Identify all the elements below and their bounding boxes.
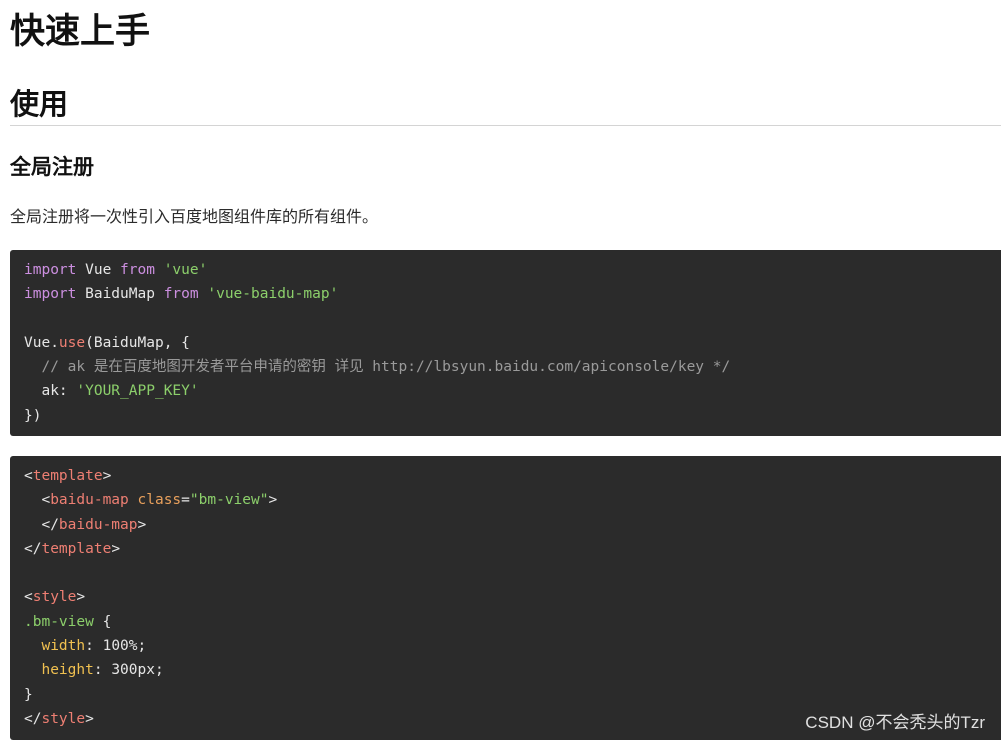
- code-text: }): [24, 407, 42, 424]
- code-line: .bm-view {: [24, 610, 987, 634]
- code-keyword: import: [24, 262, 77, 278]
- code-selector: .bm-view: [24, 613, 94, 630]
- code-string: 'YOUR_APP_KEY': [76, 383, 199, 400]
- code-tag: style: [41, 710, 86, 727]
- section-divider: [10, 125, 1001, 126]
- code-tag: baidu-map: [50, 492, 129, 509]
- code-line: <baidu-map class="bm-view">: [24, 488, 987, 512]
- code-punct: </: [24, 516, 59, 533]
- code-punct: >: [111, 540, 121, 557]
- code-punct: >: [85, 710, 94, 727]
- code-line: import BaiduMap from 'vue-baidu-map': [24, 282, 987, 306]
- code-text: }: [24, 686, 33, 703]
- code-keyword: from: [120, 262, 155, 278]
- section-heading: 使用: [10, 87, 69, 121]
- description-paragraph: 全局注册将一次性引入百度地图组件库的所有组件。: [10, 207, 379, 226]
- code-punct: </: [24, 540, 42, 557]
- code-punct: >: [76, 589, 86, 606]
- code-keyword: import: [24, 286, 77, 303]
- code-text: Vue.: [24, 334, 59, 351]
- code-string: 'vue-baidu-map': [207, 286, 339, 303]
- code-punct: =: [181, 492, 190, 509]
- code-line: width: 100%;: [24, 634, 987, 658]
- code-punct: >: [137, 516, 147, 533]
- code-text: : 300px;: [93, 662, 164, 679]
- page-title: 快速上手: [10, 12, 151, 52]
- code-tag: baidu-map: [58, 516, 138, 533]
- code-text: BaiduMap: [76, 286, 164, 303]
- code-string: 'vue': [163, 262, 208, 278]
- code-block-js[interactable]: import Vue from 'vue' import BaiduMap fr…: [10, 250, 1001, 436]
- code-comment: // ak 是在百度地图开发者平台申请的密钥 详见 http://lbsyun.…: [24, 359, 731, 376]
- code-line: <style>: [24, 585, 987, 609]
- code-tag: template: [41, 540, 112, 557]
- code-text: (BaiduMap, {: [85, 334, 190, 351]
- code-punct: <: [24, 468, 33, 484]
- code-text: : 100%;: [85, 638, 147, 655]
- code-punct: </: [24, 710, 42, 727]
- code-text: ak:: [24, 383, 77, 400]
- code-attribute: class: [137, 492, 182, 509]
- code-line: height: 300px;: [24, 658, 987, 682]
- code-line: <template>: [24, 464, 987, 488]
- code-tag: template: [32, 468, 103, 484]
- code-property: height: [41, 662, 94, 679]
- code-punct: <: [24, 492, 51, 509]
- code-punct: <: [24, 589, 33, 606]
- code-line: // ak 是在百度地图开发者平台申请的密钥 详见 http://lbsyun.…: [24, 355, 987, 379]
- subsection-heading: 全局注册: [10, 155, 94, 179]
- code-line: </template>: [24, 537, 987, 561]
- code-line: Vue.use(BaiduMap, {: [24, 331, 987, 355]
- code-function: use: [58, 334, 86, 351]
- code-property: width: [41, 638, 86, 655]
- code-line: }): [24, 404, 987, 428]
- code-punct: >: [102, 468, 112, 484]
- code-line: }: [24, 683, 987, 707]
- code-tag: style: [32, 589, 77, 606]
- code-punct: >: [268, 492, 278, 509]
- code-line: </baidu-map>: [24, 513, 987, 537]
- code-keyword: from: [163, 286, 199, 303]
- watermark: CSDN @不会秃头的Tzr: [805, 713, 985, 732]
- code-line: import Vue from 'vue': [24, 258, 987, 282]
- code-text: {: [93, 613, 112, 630]
- code-string: "bm-view": [189, 492, 269, 509]
- code-block-vue[interactable]: <template> <baidu-map class="bm-view"> <…: [10, 456, 1001, 740]
- code-text: Vue: [76, 262, 121, 278]
- code-line: ak: 'YOUR_APP_KEY': [24, 379, 987, 403]
